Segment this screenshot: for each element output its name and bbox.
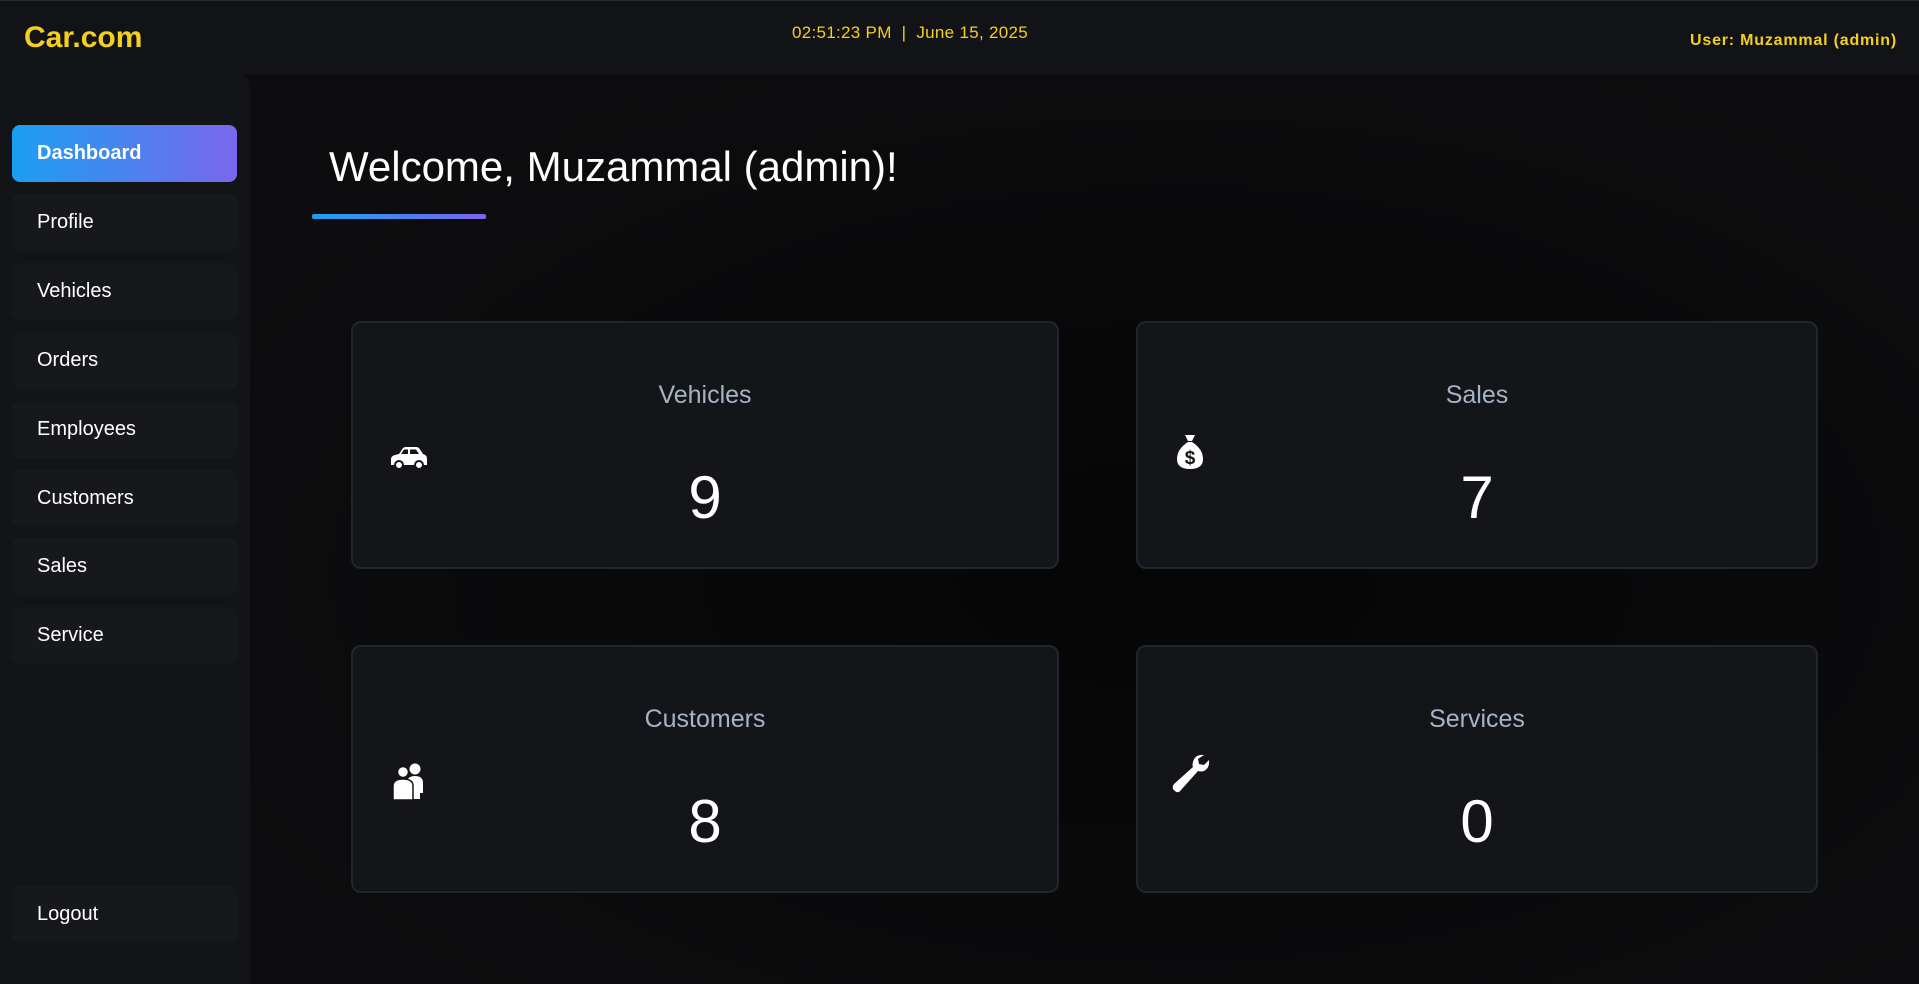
sidebar-item-sales[interactable]: Sales — [12, 538, 237, 595]
top-bar: Car.com 02:51:23 PM | June 15, 2025 User: … — [0, 0, 1919, 75]
stat-card-customers[interactable]: Customers 8 — [351, 645, 1059, 893]
sidebar-item-orders[interactable]: Orders — [12, 332, 237, 389]
card-title: Vehicles — [658, 381, 752, 409]
sidebar-item-service[interactable]: Service — [12, 607, 237, 664]
card-title: Sales — [1445, 381, 1509, 409]
time-date-separator: | — [901, 23, 907, 42]
current-date: June 15, 2025 — [916, 23, 1029, 42]
card-title: Customers — [644, 705, 766, 733]
card-title: Services — [1429, 705, 1525, 733]
card-value: 8 — [688, 788, 722, 855]
sidebar-item-customers[interactable]: Customers — [12, 470, 237, 527]
stat-card-sales[interactable]: $ Sales 7 — [1136, 321, 1818, 569]
sidebar-item-dashboard[interactable]: Dashboard — [12, 125, 237, 182]
current-time: 02:51:23 PM — [791, 23, 892, 42]
page-title: Welcome, Muzammal (admin)! — [329, 143, 898, 190]
stat-card-services[interactable]: Services 0 — [1136, 645, 1818, 893]
logout-button[interactable]: Logout — [12, 886, 237, 943]
sidebar-item-profile[interactable]: Profile — [12, 194, 237, 251]
card-value: 9 — [688, 464, 722, 531]
title-underline — [312, 214, 486, 219]
clock-display: 02:51:23 PM | June 15, 2025 — [0, 23, 1820, 43]
sidebar: Dashboard Profile Vehicles Orders Employ… — [0, 75, 250, 984]
stat-card-vehicles[interactable]: Vehicles 9 — [351, 321, 1059, 569]
card-value: 7 — [1460, 464, 1494, 531]
current-user: User: Muzammal (admin) — [1690, 32, 1897, 49]
card-value: 0 — [1460, 788, 1494, 855]
sidebar-item-employees[interactable]: Employees — [12, 401, 237, 458]
sidebar-item-vehicles[interactable]: Vehicles — [12, 263, 237, 320]
